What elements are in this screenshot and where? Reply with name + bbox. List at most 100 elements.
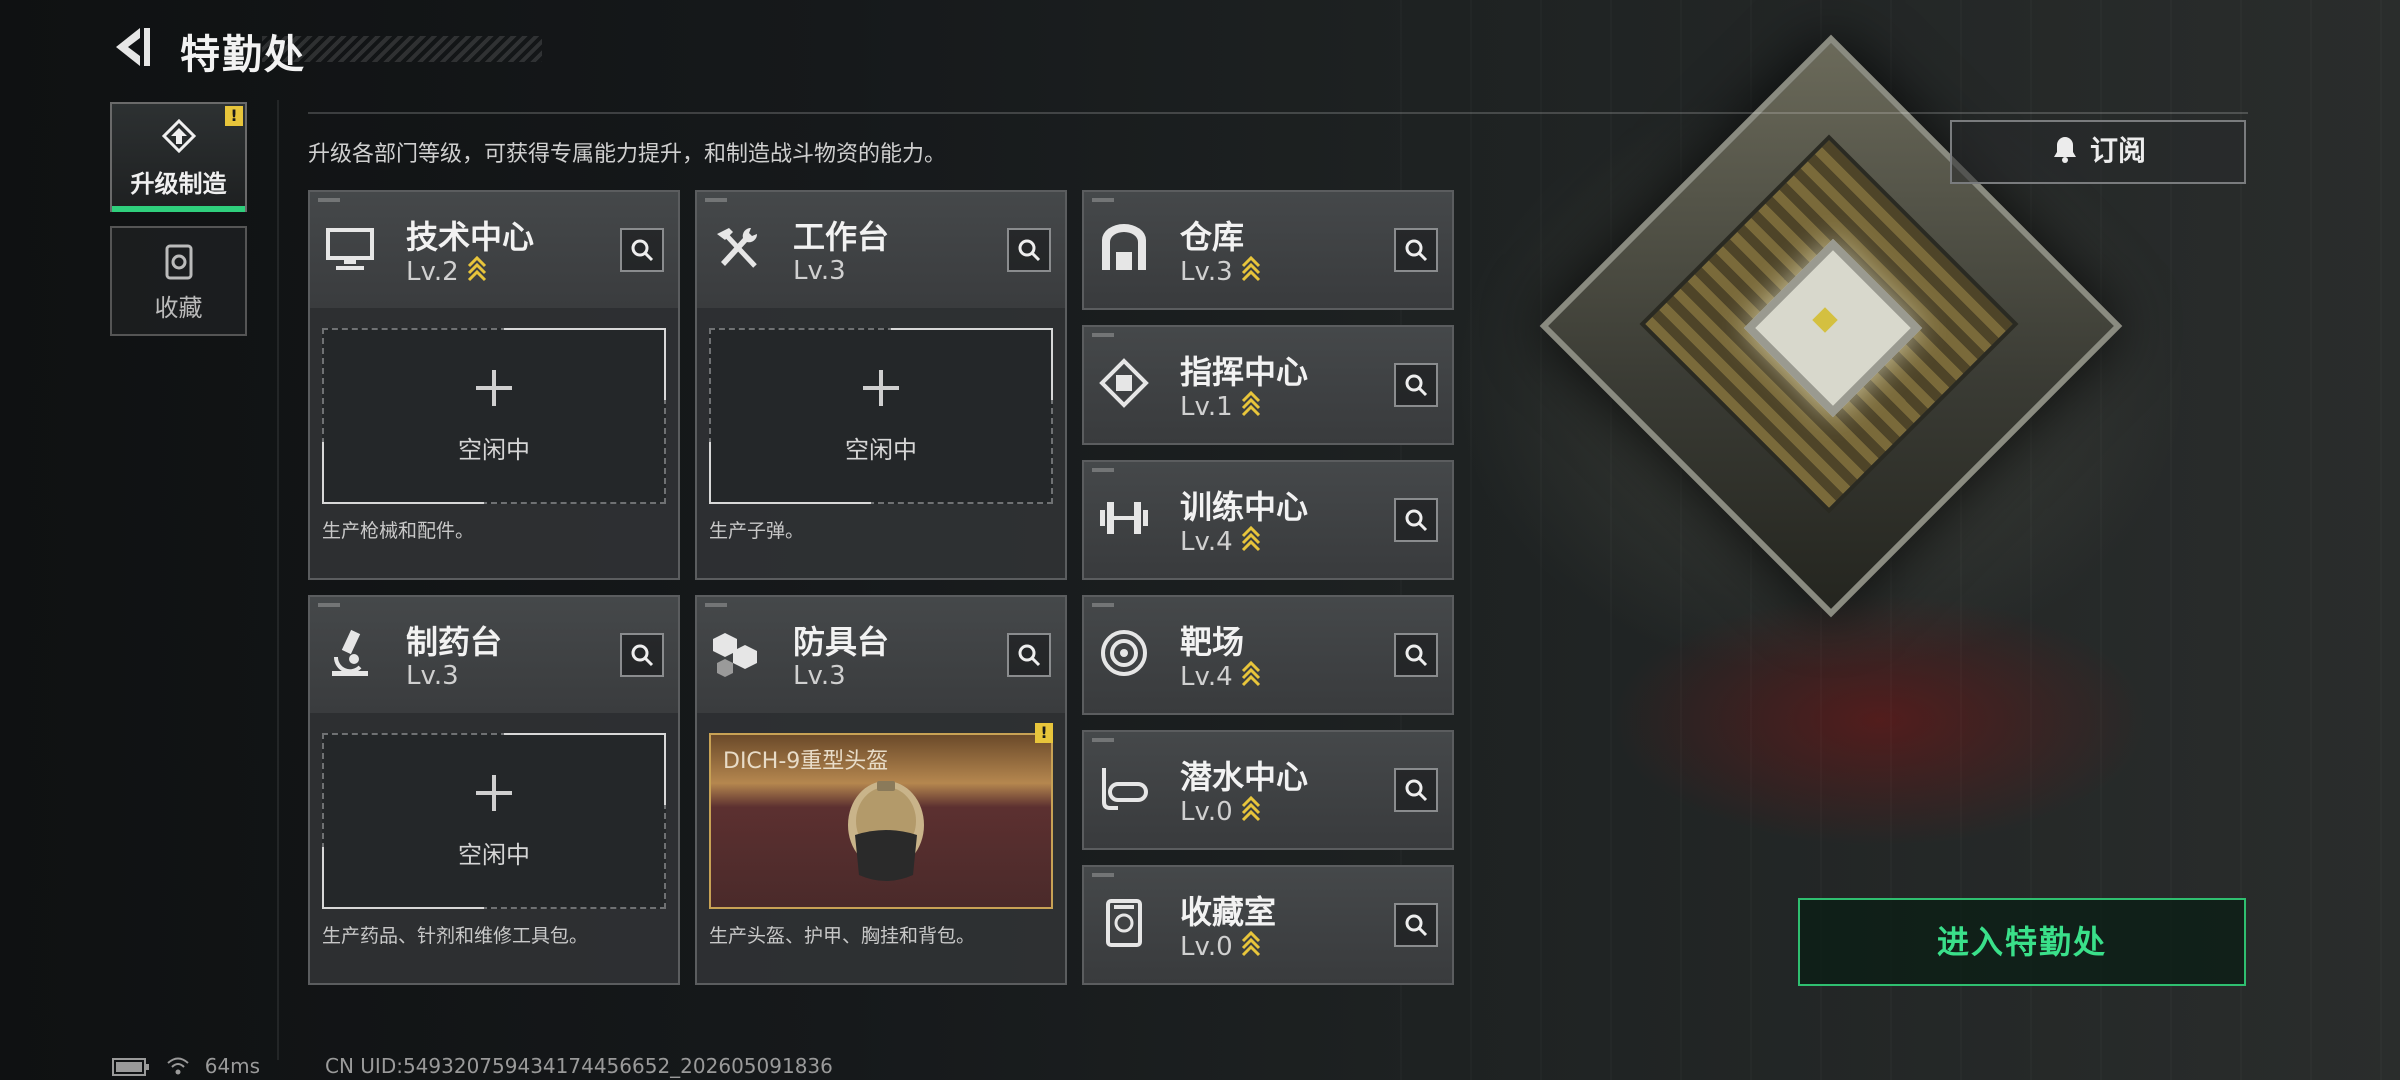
facility-level: Lv.2 [406,256,487,287]
back-arrow-icon [116,28,150,66]
search-button[interactable] [1394,633,1438,677]
dumbbell-icon [1100,502,1148,534]
facility-card-workbench[interactable]: 工作台 Lv.3 空闲中 生产子弹。 [695,190,1067,580]
tab-upgrade-craft[interactable]: 升级制造 ! [110,102,247,212]
upgrade-chevron-icon [1241,796,1260,822]
bell-icon [2053,137,2076,163]
facility-level: Lv.4 [1180,526,1261,557]
facility-name: 收藏室 [1180,893,1277,931]
microscope-icon [332,629,368,676]
slot-status: 空闲中 [458,436,530,464]
search-button[interactable] [1007,633,1051,677]
search-icon [1405,239,1428,262]
warehouse-icon [1102,224,1146,270]
helmet-icon [848,781,924,881]
search-icon [1018,239,1041,262]
search-icon [1405,914,1428,937]
armor-parts-icon [713,633,757,677]
production-slot[interactable]: 空闲中 [322,733,666,909]
ping-value: 64ms [204,1054,261,1078]
facility-name: 技术中心 [406,218,535,256]
tab-label: 升级制造 [130,170,227,198]
facility-card-command-center[interactable]: 指挥中心 Lv.1 [1082,325,1454,445]
facility-description: 生产子弹。 [709,520,805,542]
status-bar: 64ms [112,1054,272,1078]
tab-label: 收藏 [154,294,203,322]
collection-icon [1106,899,1142,947]
search-button[interactable] [1394,498,1438,542]
facility-level: Lv.3 [406,661,459,691]
battery-icon [112,1058,149,1076]
facility-description: 生产头盔、护甲、胸挂和背包。 [709,925,976,947]
slot-status: 空闲中 [458,841,530,869]
facility-card-tech-center[interactable]: 技术中心 Lv.2 空闲中 生产枪械和配件。 [308,190,680,580]
search-button[interactable] [1394,228,1438,272]
subscribe-button[interactable]: 订阅 [1950,120,2246,184]
search-icon [631,239,654,262]
user-uid: CN UID:549320759434174456652_20260509183… [325,1054,833,1078]
plus-icon [863,370,899,406]
divider [308,112,2248,114]
monitor-icon [326,228,374,270]
facility-name: 训练中心 [1180,488,1309,526]
target-icon [1101,630,1147,676]
upgrade-chevron-icon [1241,391,1260,417]
facility-name: 潜水中心 [1180,758,1309,796]
search-icon [1405,374,1428,397]
search-button[interactable] [1394,363,1438,407]
page-title: 特勤处 [180,32,306,78]
crafting-item-name: DICH-9重型头盔 [723,749,889,774]
facility-level: Lv.0 [1180,931,1261,962]
search-button[interactable] [1007,228,1051,272]
facility-level: Lv.4 [1180,661,1261,692]
production-slot[interactable]: 空闲中 [322,328,666,504]
upgrade-chevron-icon [1241,931,1260,957]
facility-name: 防具台 [793,623,890,661]
search-icon [1405,779,1428,802]
page-description: 升级各部门等级，可获得专属能力提升，和制造战斗物资的能力。 [308,142,947,167]
back-button[interactable] [108,24,154,70]
collection-icon [165,244,192,280]
facility-level: Lv.3 [1180,256,1261,287]
upgrade-chevron-icon [1241,256,1260,282]
facility-description: 生产药品、针剂和维修工具包。 [322,925,589,947]
facility-level: Lv.0 [1180,796,1261,827]
divider [277,100,279,1060]
facility-card-collection-room[interactable]: 收藏室 Lv.0 [1082,865,1454,985]
facility-card-shooting-range[interactable]: 靶场 Lv.4 [1082,595,1454,715]
facility-level: Lv.1 [1180,391,1261,422]
hammer-wrench-icon [717,227,758,268]
production-slot[interactable]: 空闲中 [709,328,1053,504]
facility-name: 工作台 [793,218,890,256]
facility-level: Lv.3 [793,661,846,691]
search-icon [631,644,654,667]
search-button[interactable] [620,228,664,272]
search-icon [1405,509,1428,532]
search-button[interactable] [1394,903,1438,947]
crafting-item-slot[interactable]: DICH-9重型头盔 ! [709,723,1053,909]
warning-badge: ! [1035,723,1053,743]
upgrade-icon [161,118,196,154]
plus-icon [476,370,512,406]
upgrade-chevron-icon [1241,661,1260,687]
facility-card-warehouse[interactable]: 仓库 Lv.3 [1082,190,1454,310]
facility-card-armor-bench[interactable]: 防具台 Lv.3 DICH-9重型头盔 ! 生产头盔、护甲、胸挂和背包。 [695,595,1067,985]
facility-name: 仓库 [1180,218,1245,256]
facility-card-pharmacy[interactable]: 制药台 Lv.3 空闲中 生产药品、针剂和维修工具包。 [308,595,680,985]
search-icon [1405,644,1428,667]
tab-collection[interactable]: 收藏 [110,226,247,336]
facility-description: 生产枪械和配件。 [322,520,475,542]
subscribe-label: 订阅 [2089,134,2146,167]
facility-name: 制药台 [406,623,503,661]
warning-badge: ! [225,106,243,126]
slot-status: 空闲中 [845,436,917,464]
search-icon [1018,644,1041,667]
search-button[interactable] [620,633,664,677]
diving-mask-icon [1102,768,1148,810]
enter-special-ops-button[interactable]: 进入特勤处 [1798,898,2246,986]
facility-card-training-center[interactable]: 训练中心 Lv.4 [1082,460,1454,580]
upgrade-chevron-icon [1241,526,1260,552]
upgrade-chevron-icon [467,256,486,282]
facility-card-diving-center[interactable]: 潜水中心 Lv.0 [1082,730,1454,850]
search-button[interactable] [1394,768,1438,812]
